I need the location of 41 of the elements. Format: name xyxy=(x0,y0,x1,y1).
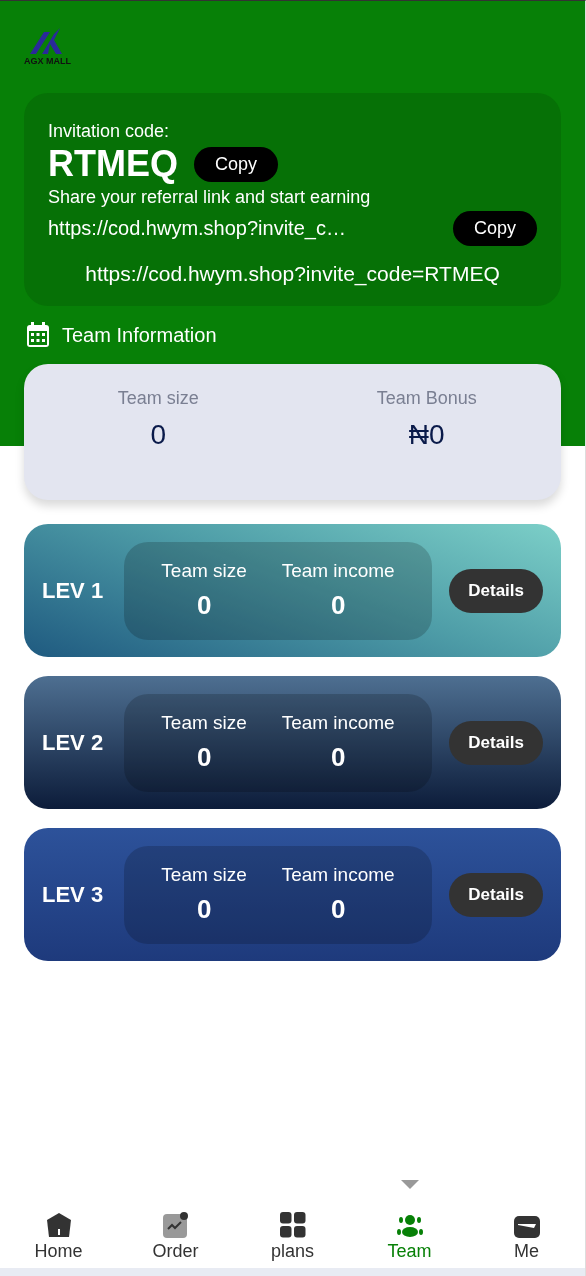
stat-value: 0 xyxy=(196,894,212,925)
invite-code: RTMEQ xyxy=(48,143,178,185)
stat-label: Team income xyxy=(281,864,395,886)
stat-value: 0 xyxy=(330,894,346,925)
nav-tab[interactable]: Me xyxy=(468,1180,585,1268)
copy-button[interactable]: Copy xyxy=(194,146,279,182)
stat-label: Team size xyxy=(117,388,199,409)
team-icon xyxy=(396,1214,423,1238)
details-button[interactable]: Details xyxy=(449,720,543,765)
logo-text: AGX MALL xyxy=(24,56,71,66)
stat-value: 0 xyxy=(196,590,212,621)
details-button[interactable]: Details xyxy=(449,568,543,613)
stat-value: 0 xyxy=(330,590,346,621)
stat-label: Team size xyxy=(161,560,247,582)
stat-value: ₦0 xyxy=(408,419,445,451)
calendar-icon xyxy=(26,322,50,348)
stat-value: 0 xyxy=(150,419,167,451)
stat-value: 0 xyxy=(196,742,212,773)
level-name: LEV 2 xyxy=(42,729,105,756)
nav-tab[interactable]: Home xyxy=(0,1180,117,1268)
nav-tab[interactable]: plans xyxy=(234,1180,351,1268)
chart-icon xyxy=(161,1212,190,1238)
copy-button[interactable]: Copy xyxy=(452,211,537,246)
level-name: LEV 3 xyxy=(42,881,105,908)
pointer-icon xyxy=(400,1180,419,1189)
details-button[interactable]: Details xyxy=(449,872,543,917)
stat-label: Team Bonus xyxy=(376,388,477,409)
stat-label: Team size xyxy=(161,864,247,886)
nav-tab[interactable]: Team xyxy=(351,1180,468,1268)
stat-value: 0 xyxy=(330,742,346,773)
share-text: Share your referral link and start earning xyxy=(48,186,372,209)
nav-tab[interactable]: Order xyxy=(117,1180,234,1268)
stat-label: Team income xyxy=(281,560,395,582)
level-name: LEV 1 xyxy=(42,577,105,604)
section-title: Team Information xyxy=(62,323,217,347)
invite-label: Invitation code: xyxy=(48,120,171,143)
stat-label: Team size xyxy=(161,712,247,734)
grid-icon xyxy=(279,1212,306,1238)
stat-label: Team income xyxy=(281,712,395,734)
wallet-icon xyxy=(513,1216,540,1238)
home-icon xyxy=(45,1212,72,1238)
